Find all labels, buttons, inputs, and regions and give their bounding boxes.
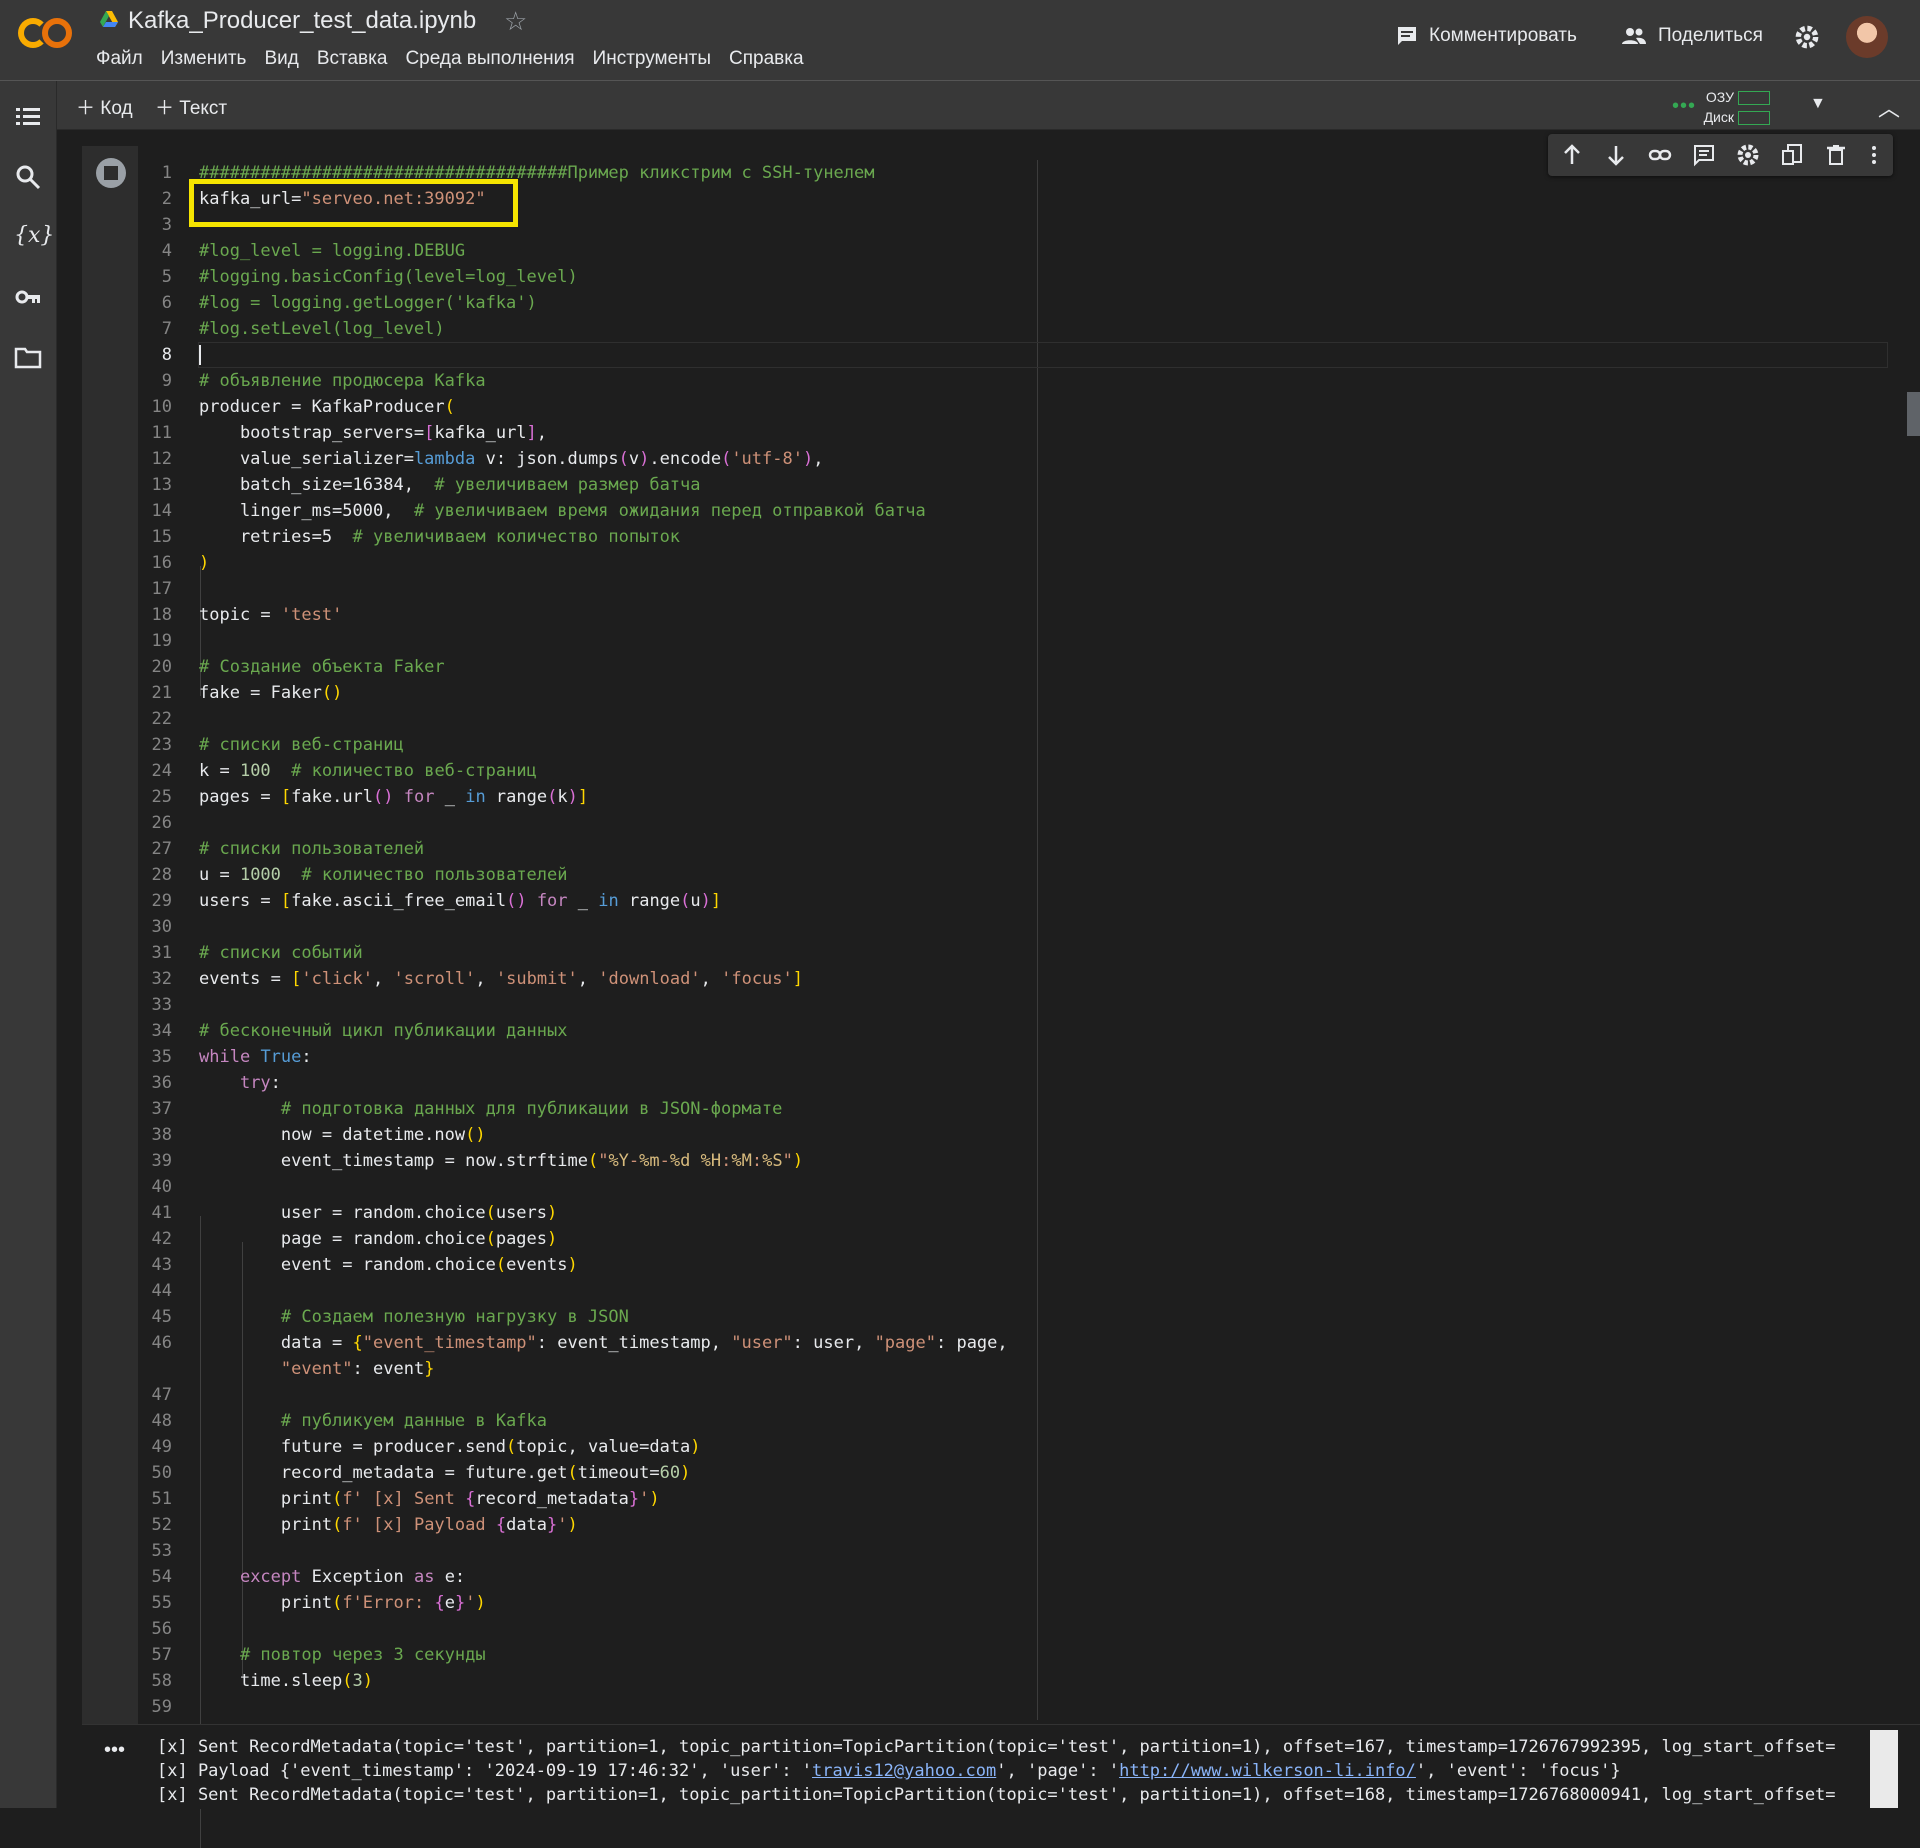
ram-label: ОЗУ: [1705, 89, 1734, 105]
secrets-key-icon[interactable]: [14, 283, 42, 311]
comment-icon: [1398, 27, 1416, 45]
settings-gear-icon[interactable]: [1794, 24, 1820, 50]
header-bar: Kafka_Producer_test_data.ipynb ☆ Файл Из…: [0, 0, 1920, 81]
menu-help[interactable]: Справка: [729, 48, 804, 70]
delete-icon[interactable]: [1824, 143, 1848, 167]
highlight-annotation-box: [189, 179, 518, 227]
chevron-up-icon[interactable]: ︿: [1878, 91, 1900, 123]
cell-settings-gear-icon[interactable]: [1736, 143, 1760, 167]
current-line-highlight: [198, 342, 1888, 368]
output-line: [x] Sent RecordMetadata(topic='test', pa…: [157, 1737, 1836, 1757]
share-label: Поделиться: [1658, 25, 1763, 46]
menu-edit[interactable]: Изменить: [161, 48, 247, 70]
ram-bar: [1738, 91, 1770, 106]
menu-tools[interactable]: Инструменты: [593, 48, 711, 70]
folder-icon[interactable]: [14, 343, 42, 371]
comment-button[interactable]: Комментировать: [1395, 24, 1577, 48]
disk-bar: [1738, 111, 1770, 126]
email-link[interactable]: travis12@yahoo.com: [812, 1761, 996, 1781]
search-icon[interactable]: [14, 163, 42, 191]
output-scrollbar[interactable]: [1870, 1730, 1898, 1808]
menu-view[interactable]: Вид: [264, 48, 298, 70]
cell-gutter: [82, 146, 138, 1724]
add-text-button[interactable]: ＋ Текст: [155, 93, 227, 120]
left-sidebar: {x}: [0, 81, 57, 1808]
google-drive-icon: [100, 11, 118, 27]
output-text-part: [x] Payload {'event_timestamp': '2024-09…: [157, 1761, 813, 1781]
user-avatar[interactable]: [1846, 16, 1888, 58]
output-menu-icon[interactable]: •••: [104, 1739, 125, 1762]
add-text-label: Текст: [179, 98, 228, 119]
column-ruler: [1037, 160, 1038, 1720]
cell-toolbar: [1548, 134, 1893, 176]
editor-scrollbar[interactable]: [1907, 392, 1920, 436]
link-icon[interactable]: [1648, 143, 1672, 167]
star-icon[interactable]: ☆: [504, 6, 527, 37]
colab-logo[interactable]: [18, 16, 78, 56]
comment-icon[interactable]: [1692, 143, 1716, 167]
disk-label: Диск: [1703, 109, 1734, 125]
output-text: [x] Sent RecordMetadata(topic='test', pa…: [157, 1735, 1836, 1807]
variables-icon[interactable]: {x}: [14, 223, 54, 251]
output-text-part: ', 'page': ': [996, 1761, 1120, 1781]
people-icon: [1622, 28, 1646, 44]
code-editor[interactable]: 1 ####################################При…: [138, 146, 1902, 1848]
add-code-label: Код: [100, 98, 133, 119]
more-options-icon[interactable]: [1862, 143, 1886, 167]
add-code-button[interactable]: ＋ Код: [76, 93, 133, 120]
menu-bar: Файл Изменить Вид Вставка Среда выполнен…: [96, 48, 822, 70]
stop-cell-button[interactable]: [96, 158, 126, 188]
page-url-link[interactable]: http://www.wilkerson-li.info/: [1119, 1761, 1416, 1781]
menu-file[interactable]: Файл: [96, 48, 143, 70]
notebook-title[interactable]: Kafka_Producer_test_data.ipynb: [128, 7, 476, 35]
output-line: [x] Sent RecordMetadata(topic='test', pa…: [157, 1785, 1836, 1805]
cell-output: ••• [x] Sent RecordMetadata(topic='test'…: [82, 1724, 1920, 1809]
text-cursor: [199, 345, 201, 365]
move-up-icon[interactable]: [1560, 143, 1584, 167]
menu-insert[interactable]: Вставка: [317, 48, 388, 70]
table-of-contents-icon[interactable]: [14, 103, 42, 131]
resource-monitor[interactable]: ОЗУ Диск: [1670, 87, 1770, 127]
notebook-toolbar: ＋ Код ＋ Текст ••• ОЗУ Диск ▼ ︿: [0, 81, 1920, 130]
output-line: [x] Payload {'event_timestamp': '2024-09…: [157, 1759, 1836, 1783]
mirror-cell-icon[interactable]: [1780, 143, 1804, 167]
share-button[interactable]: Поделиться: [1620, 24, 1763, 48]
menu-runtime[interactable]: Среда выполнения: [405, 48, 574, 70]
move-down-icon[interactable]: [1604, 143, 1628, 167]
comment-label: Комментировать: [1429, 25, 1577, 46]
output-text-part: ', 'event': 'focus'}: [1415, 1761, 1621, 1781]
chevron-down-icon[interactable]: ▼: [1810, 95, 1826, 113]
